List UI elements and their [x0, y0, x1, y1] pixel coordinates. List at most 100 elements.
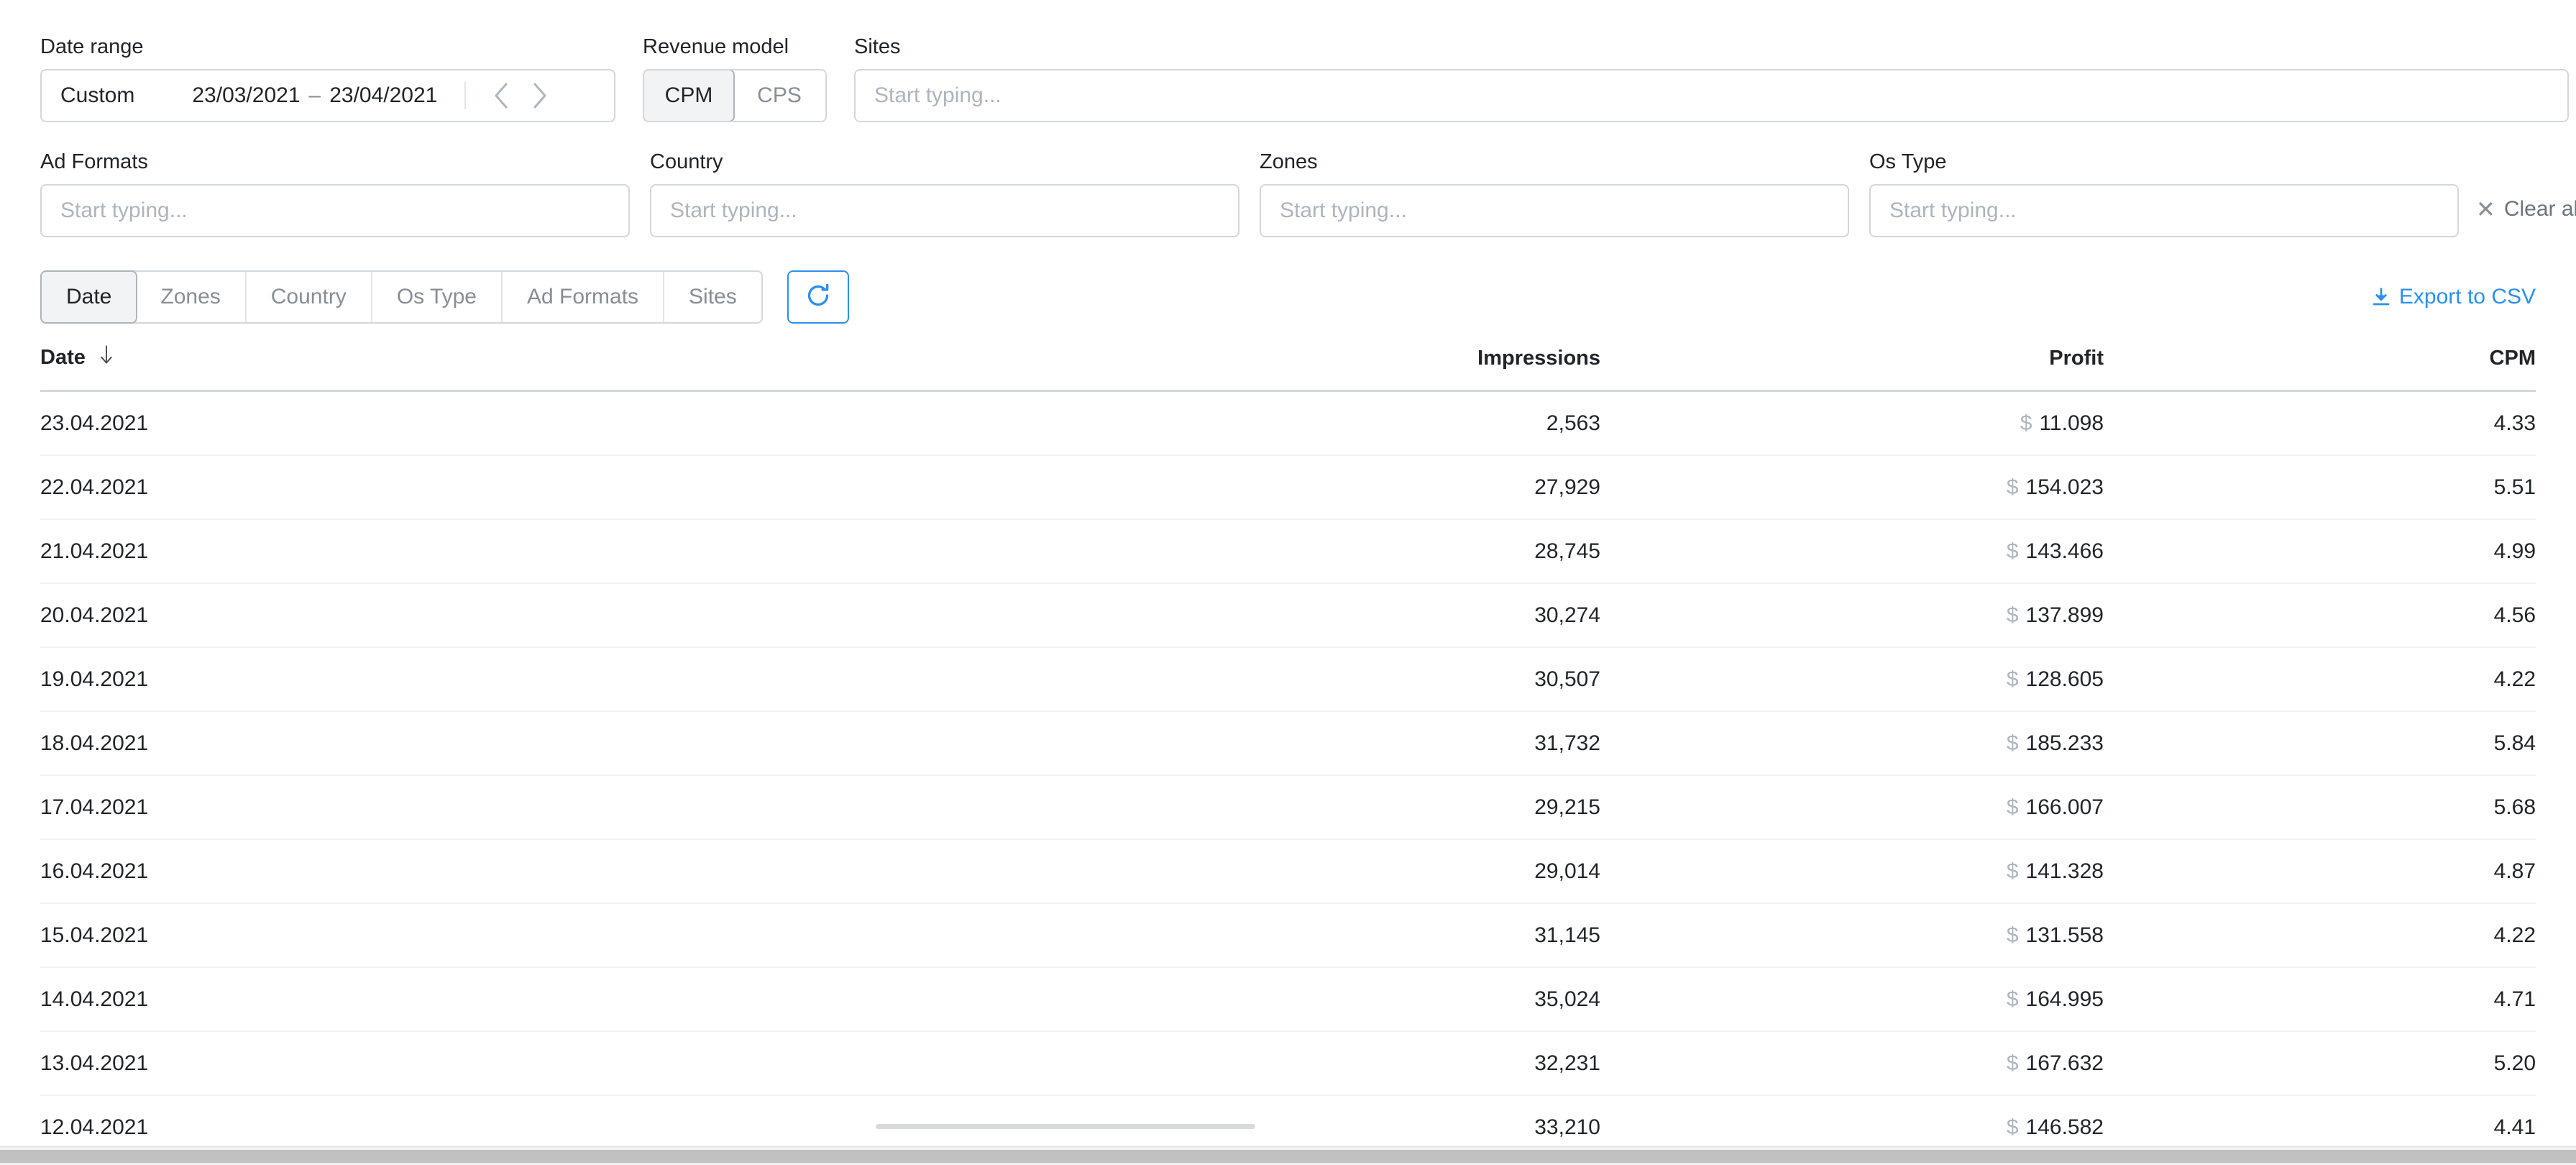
- table-row[interactable]: 19.04.2021 30,507 $128.605 4.22: [40, 647, 2536, 712]
- ad-formats-group: Ad Formats Start typing...: [40, 150, 630, 237]
- date-range-start: 23/03/2021: [192, 83, 301, 107]
- report-table-container: Date Impressions Profit CPM 23.04.2021 2,…: [0, 345, 2576, 1165]
- cell-cpm: 4.99: [2104, 519, 2536, 584]
- group-by-tabs-row: Date Zones Country Os Type Ad Formats Si…: [0, 270, 2576, 324]
- cell-impressions: 35,024: [810, 967, 1600, 1032]
- cell-cpm: 4.56: [2104, 583, 2536, 648]
- table-row[interactable]: 16.04.2021 29,014 $141.328 4.87: [40, 839, 2536, 904]
- table-row[interactable]: 20.04.2021 30,274 $137.899 4.56: [40, 583, 2536, 648]
- date-range-separator: –: [308, 83, 321, 107]
- sites-input[interactable]: Start typing...: [854, 69, 2569, 122]
- cell-impressions: 2,563: [810, 390, 1600, 456]
- cell-cpm: 4.87: [2104, 839, 2536, 904]
- cell-date: 16.04.2021: [40, 839, 810, 904]
- table-header-row: Date Impressions Profit CPM: [40, 345, 2536, 392]
- page-horizontal-scrollbar[interactable]: [0, 1146, 2576, 1165]
- cell-cpm: 5.84: [2104, 711, 2536, 776]
- cell-date: 13.04.2021: [40, 1031, 810, 1096]
- profit-amount: 137.899: [2025, 603, 2104, 627]
- profit-amount: 141.328: [2025, 859, 2104, 883]
- date-range-end: 23/04/2021: [329, 83, 438, 107]
- profit-amount: 166.007: [2025, 795, 2104, 819]
- date-range-input[interactable]: Custom 23/03/2021–23/04/2021: [40, 69, 615, 122]
- clear-all-label: Clear all: [2503, 197, 2576, 221]
- table-row[interactable]: 23.04.2021 2,563 $11.098 4.33: [40, 390, 2536, 456]
- export-to-csv-button[interactable]: Export to CSV: [2370, 285, 2536, 309]
- cell-cpm: 4.71: [2104, 967, 2536, 1032]
- cell-date: 23.04.2021: [40, 390, 810, 456]
- revenue-model-option-cps[interactable]: CPS: [733, 70, 825, 121]
- table-row[interactable]: 14.04.2021 35,024 $164.995 4.71: [40, 967, 2536, 1032]
- report-page: Date range Custom 23/03/2021–23/04/2021: [0, 0, 2576, 1165]
- table-row[interactable]: 18.04.2021 31,732 $185.233 5.84: [40, 711, 2536, 776]
- tab-country[interactable]: Country: [246, 272, 372, 322]
- revenue-model-group: Revenue model CPM CPS: [643, 35, 827, 122]
- revenue-model-label: Revenue model: [643, 35, 789, 58]
- profit-amount: 128.605: [2025, 667, 2104, 691]
- tab-date[interactable]: Date: [40, 270, 138, 324]
- table-row[interactable]: 15.04.2021 31,145 $131.558 4.22: [40, 903, 2536, 968]
- tab-zones[interactable]: Zones: [136, 272, 247, 322]
- tab-os-type[interactable]: Os Type: [372, 272, 503, 322]
- cell-date: 18.04.2021: [40, 711, 810, 776]
- column-header-date[interactable]: Date: [40, 345, 810, 392]
- clear-all-button[interactable]: ✕ Clear all: [2476, 197, 2576, 221]
- chevron-left-icon[interactable]: [485, 79, 518, 112]
- country-group: Country Start typing...: [650, 150, 1239, 237]
- profit-amount: 185.233: [2025, 731, 2104, 755]
- table-row[interactable]: 21.04.2021 28,745 $143.466 4.99: [40, 519, 2536, 584]
- column-header-profit[interactable]: Profit: [1600, 345, 2104, 392]
- os-type-input[interactable]: Start typing...: [1869, 184, 2459, 237]
- ad-formats-placeholder: Start typing...: [60, 198, 188, 222]
- date-range-preset: Custom: [60, 83, 135, 107]
- refresh-button[interactable]: [787, 270, 849, 324]
- cell-impressions: 32,231: [810, 1031, 1600, 1096]
- currency-symbol: $: [2006, 667, 2019, 691]
- tab-ad-formats[interactable]: Ad Formats: [502, 272, 665, 322]
- cell-profit: $11.098: [1600, 390, 2104, 456]
- page-scrollbar-thumb[interactable]: [0, 1150, 2576, 1163]
- column-header-cpm[interactable]: CPM: [2104, 345, 2536, 392]
- tab-sites[interactable]: Sites: [664, 272, 761, 322]
- column-header-date-label: Date: [40, 346, 86, 369]
- table-row[interactable]: 17.04.2021 29,215 $166.007 5.68: [40, 775, 2536, 840]
- revenue-model-option-cpm[interactable]: CPM: [644, 70, 735, 121]
- profit-amount: 131.558: [2025, 923, 2104, 947]
- currency-symbol: $: [2020, 411, 2032, 435]
- country-placeholder: Start typing...: [670, 198, 797, 222]
- ad-formats-input[interactable]: Start typing...: [40, 184, 630, 237]
- ad-formats-label: Ad Formats: [40, 150, 148, 173]
- cell-impressions: 29,215: [810, 775, 1600, 840]
- country-input[interactable]: Start typing...: [650, 184, 1239, 237]
- table-row[interactable]: 13.04.2021 32,231 $167.632 5.20: [40, 1031, 2536, 1096]
- currency-symbol: $: [2006, 923, 2019, 947]
- cell-profit: $185.233: [1600, 711, 2104, 776]
- table-row[interactable]: 22.04.2021 27,929 $154.023 5.51: [40, 455, 2536, 520]
- currency-symbol: $: [2006, 731, 2019, 755]
- cell-impressions: 28,745: [810, 519, 1600, 584]
- close-x-icon: ✕: [2476, 196, 2495, 222]
- zones-input[interactable]: Start typing...: [1260, 184, 1849, 237]
- cell-profit: $167.632: [1600, 1031, 2104, 1096]
- cell-cpm: 4.22: [2104, 903, 2536, 968]
- cell-profit: $143.466: [1600, 519, 2104, 584]
- cell-profit: $164.995: [1600, 967, 2104, 1032]
- cell-impressions: 30,274: [810, 583, 1600, 648]
- table-body: 23.04.2021 2,563 $11.098 4.33 22.04.2021 27,9…: [40, 390, 2536, 1165]
- column-header-impressions[interactable]: Impressions: [810, 345, 1600, 392]
- date-range-label: Date range: [40, 35, 144, 58]
- cell-cpm: 5.51: [2104, 455, 2536, 520]
- cell-cpm: 5.68: [2104, 775, 2536, 840]
- cell-profit: $137.899: [1600, 583, 2104, 648]
- sites-label: Sites: [854, 35, 901, 58]
- table-header: Date Impressions Profit CPM: [40, 345, 2536, 392]
- cell-cpm: 5.20: [2104, 1031, 2536, 1096]
- profit-amount: 143.466: [2025, 539, 2104, 563]
- date-range-nav: [485, 79, 571, 112]
- export-to-csv-label: Export to CSV: [2398, 285, 2536, 309]
- sites-group: Sites Start typing...: [854, 35, 2569, 122]
- zones-label: Zones: [1260, 150, 1318, 173]
- country-label: Country: [650, 150, 723, 173]
- table-horizontal-scrollbar[interactable]: [876, 1124, 1255, 1129]
- chevron-right-icon[interactable]: [523, 79, 556, 112]
